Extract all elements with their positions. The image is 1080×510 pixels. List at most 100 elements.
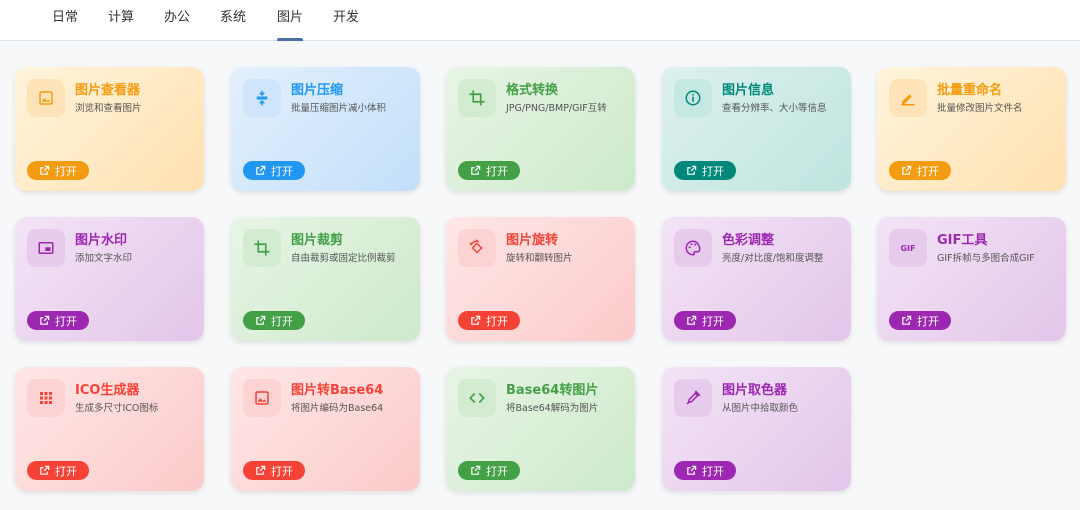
open-button-label: 打开 — [917, 164, 939, 178]
tool-card-description: JPG/PNG/BMP/GIF互转 — [506, 103, 607, 114]
open-button-label: 打开 — [271, 164, 293, 178]
open-button-label: 打开 — [917, 314, 939, 328]
crop-icon — [243, 229, 281, 267]
tool-card-title: 图片压缩 — [291, 83, 344, 98]
tool-card[interactable]: 格式转换 JPG/PNG/BMP/GIF互转打开 — [446, 67, 635, 191]
open-external-icon — [901, 315, 912, 326]
tool-card-title: GIF工具 — [937, 233, 988, 248]
open-button-label: 打开 — [55, 164, 77, 178]
open-external-icon — [39, 465, 50, 476]
open-button[interactable]: 打开 — [889, 311, 951, 330]
tool-card-title: 色彩调整 — [722, 233, 775, 248]
tab-images[interactable]: 图片 — [277, 9, 304, 41]
tool-card-description: 查看分辨率、大小等信息 — [722, 103, 827, 114]
tool-card-title: 图片查看器 — [75, 83, 141, 98]
tool-card-description: 从图片中拾取颜色 — [722, 403, 799, 414]
tool-card-title: 图片信息 — [722, 83, 775, 98]
open-button[interactable]: 打开 — [27, 161, 89, 180]
grid-dots-icon — [27, 379, 65, 417]
open-external-icon — [470, 465, 481, 476]
open-button[interactable]: 打开 — [674, 311, 736, 330]
tool-card-title: 格式转换 — [506, 83, 559, 98]
compress-icon — [243, 79, 281, 117]
open-external-icon — [470, 165, 481, 176]
open-external-icon — [901, 165, 912, 176]
tool-card[interactable]: 色彩调整亮度/对比度/饱和度调整打开 — [662, 217, 851, 341]
open-button[interactable]: 打开 — [674, 161, 736, 180]
tool-card-description: 旋转和翻转图片 — [506, 253, 573, 264]
gif-icon-text: GIF — [900, 243, 916, 253]
tool-card-title: 图片水印 — [75, 233, 128, 248]
palette-icon — [674, 229, 712, 267]
pencil-icon — [889, 79, 927, 117]
tab-dev[interactable]: 开发 — [333, 9, 359, 41]
tool-card[interactable]: 图片转Base64 将图片编码为Base64 打开 — [231, 367, 420, 491]
open-button-label: 打开 — [702, 164, 724, 178]
tool-card-description: 批量压缩图片减小体积 — [291, 103, 387, 114]
tool-card-description: 生成多尺寸ICO图标 — [75, 403, 159, 414]
tool-card[interactable]: GIF GIF工具 GIF拆帧与多图合成GIF 打开 — [877, 217, 1066, 341]
open-external-icon — [255, 465, 266, 476]
open-button[interactable]: 打开 — [27, 461, 89, 480]
tool-card-title: 图片取色器 — [722, 383, 788, 398]
open-button[interactable]: 打开 — [458, 461, 520, 480]
open-external-icon — [686, 465, 697, 476]
open-external-icon — [255, 165, 266, 176]
tool-card-description: 自由裁剪或固定比例裁剪 — [291, 253, 396, 264]
tool-card-title: 图片裁剪 — [291, 233, 344, 248]
open-external-icon — [39, 165, 50, 176]
crop-icon — [458, 79, 496, 117]
open-button-label: 打开 — [702, 464, 724, 478]
tool-card-description: 浏览和查看图片 — [75, 103, 142, 114]
open-button[interactable]: 打开 — [458, 311, 520, 330]
eyedropper-icon — [674, 379, 712, 417]
tool-card[interactable]: Base64转图片将Base64解码为图片打开 — [446, 367, 635, 491]
open-button[interactable]: 打开 — [243, 461, 305, 480]
image-icon — [243, 379, 281, 417]
tab-calc[interactable]: 计算 — [108, 9, 134, 41]
tool-card[interactable]: 图片查看器浏览和查看图片打开 — [15, 67, 204, 191]
tool-card-description: 批量修改图片文件名 — [937, 103, 1023, 114]
open-external-icon — [686, 165, 697, 176]
tool-card[interactable]: ICO生成器 生成多尺寸ICO图标 打开 — [15, 367, 204, 491]
open-external-icon — [470, 315, 481, 326]
info-icon — [674, 79, 712, 117]
open-button-label: 打开 — [55, 314, 77, 328]
open-button-label: 打开 — [271, 314, 293, 328]
tool-card[interactable]: 图片信息查看分辨率、大小等信息打开 — [662, 67, 851, 191]
tool-card-description: 将Base64解码为图片 — [506, 403, 599, 414]
tool-card-title: 批量重命名 — [937, 83, 1003, 98]
tool-card-title: 图片旋转 — [506, 233, 559, 248]
open-button-label: 打开 — [486, 164, 508, 178]
image-icon — [27, 79, 65, 117]
open-button-label: 打开 — [271, 464, 293, 478]
tab-office[interactable]: 办公 — [164, 9, 190, 41]
tool-card[interactable]: 批量重命名批量修改图片文件名打开 — [877, 67, 1066, 191]
tab-system[interactable]: 系统 — [220, 9, 246, 41]
open-button-label: 打开 — [486, 314, 508, 328]
open-button[interactable]: 打开 — [674, 461, 736, 480]
open-button[interactable]: 打开 — [889, 161, 951, 180]
tool-card[interactable]: 图片水印 添加文字水印 打开 — [15, 217, 204, 341]
open-button[interactable]: 打开 — [27, 311, 89, 330]
open-button[interactable]: 打开 — [458, 161, 520, 180]
tool-card-description: 亮度/对比度/饱和度调整 — [722, 253, 824, 264]
open-button-label: 打开 — [702, 314, 724, 328]
tool-card[interactable]: 图片压缩批量压缩图片减小体积打开 — [231, 67, 420, 191]
open-external-icon — [39, 315, 50, 326]
tab-daily[interactable]: 日常 — [52, 9, 78, 41]
tool-card[interactable]: 图片裁剪自由裁剪或固定比例裁剪打开 — [231, 217, 420, 341]
tool-card[interactable]: 图片旋转旋转和翻转图片打开 — [446, 217, 635, 341]
open-external-icon — [255, 315, 266, 326]
open-button-label: 打开 — [486, 464, 508, 478]
tool-card-title: Base64转图片 — [506, 383, 599, 398]
open-external-icon — [686, 315, 697, 326]
open-button[interactable]: 打开 — [243, 311, 305, 330]
watermark-icon — [27, 229, 65, 267]
open-button[interactable]: 打开 — [243, 161, 305, 180]
code-icon — [458, 379, 496, 417]
gif-icon: GIF — [889, 229, 927, 267]
open-button-label: 打开 — [55, 464, 77, 478]
tool-card[interactable]: 图片取色器从图片中拾取颜色打开 — [662, 367, 851, 491]
tool-card-description: GIF拆帧与多图合成GIF — [937, 253, 1035, 264]
